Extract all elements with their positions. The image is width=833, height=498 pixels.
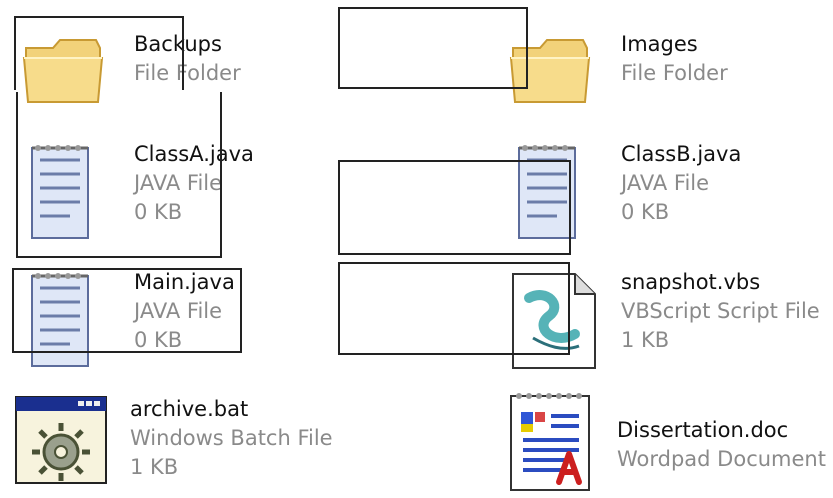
selection-box-5	[12, 268, 242, 353]
file-item-dissertation-doc[interactable]: Dissertation.doc Wordpad Document	[503, 392, 833, 492]
wordpad-document-icon	[503, 392, 598, 498]
file-size: 1 KB	[621, 328, 670, 352]
file-text: Images File Folder	[621, 30, 728, 88]
file-type: VBScript Script File	[621, 299, 820, 323]
selection-box-6	[338, 262, 570, 355]
file-name: archive.bat	[130, 397, 249, 421]
selection-box-3	[16, 92, 222, 258]
file-text: snapshot.vbs VBScript Script File 1 KB	[621, 268, 820, 355]
selection-box-2	[338, 7, 528, 89]
file-type: JAVA File	[621, 171, 710, 195]
file-type: Windows Batch File	[130, 426, 333, 450]
file-name: ClassB.java	[621, 142, 742, 166]
file-size: 1 KB	[130, 455, 179, 479]
file-name: Images	[621, 32, 698, 56]
selection-box-1	[14, 16, 184, 90]
file-text: Dissertation.doc Wordpad Document	[617, 416, 826, 474]
file-name: Dissertation.doc	[617, 418, 789, 442]
file-item-archive-bat[interactable]: archive.bat Windows Batch File 1 KB	[14, 395, 374, 495]
file-text: ClassB.java JAVA File 0 KB	[621, 140, 741, 227]
selection-box-4	[338, 160, 571, 255]
file-item-images[interactable]: Images File Folder	[505, 30, 825, 130]
file-size: 0 KB	[621, 200, 670, 224]
file-text: archive.bat Windows Batch File 1 KB	[130, 395, 333, 482]
file-name: snapshot.vbs	[621, 270, 761, 294]
file-type: File Folder	[621, 61, 728, 85]
file-type: Wordpad Document	[617, 447, 826, 471]
batch-gear-icon	[14, 395, 109, 491]
